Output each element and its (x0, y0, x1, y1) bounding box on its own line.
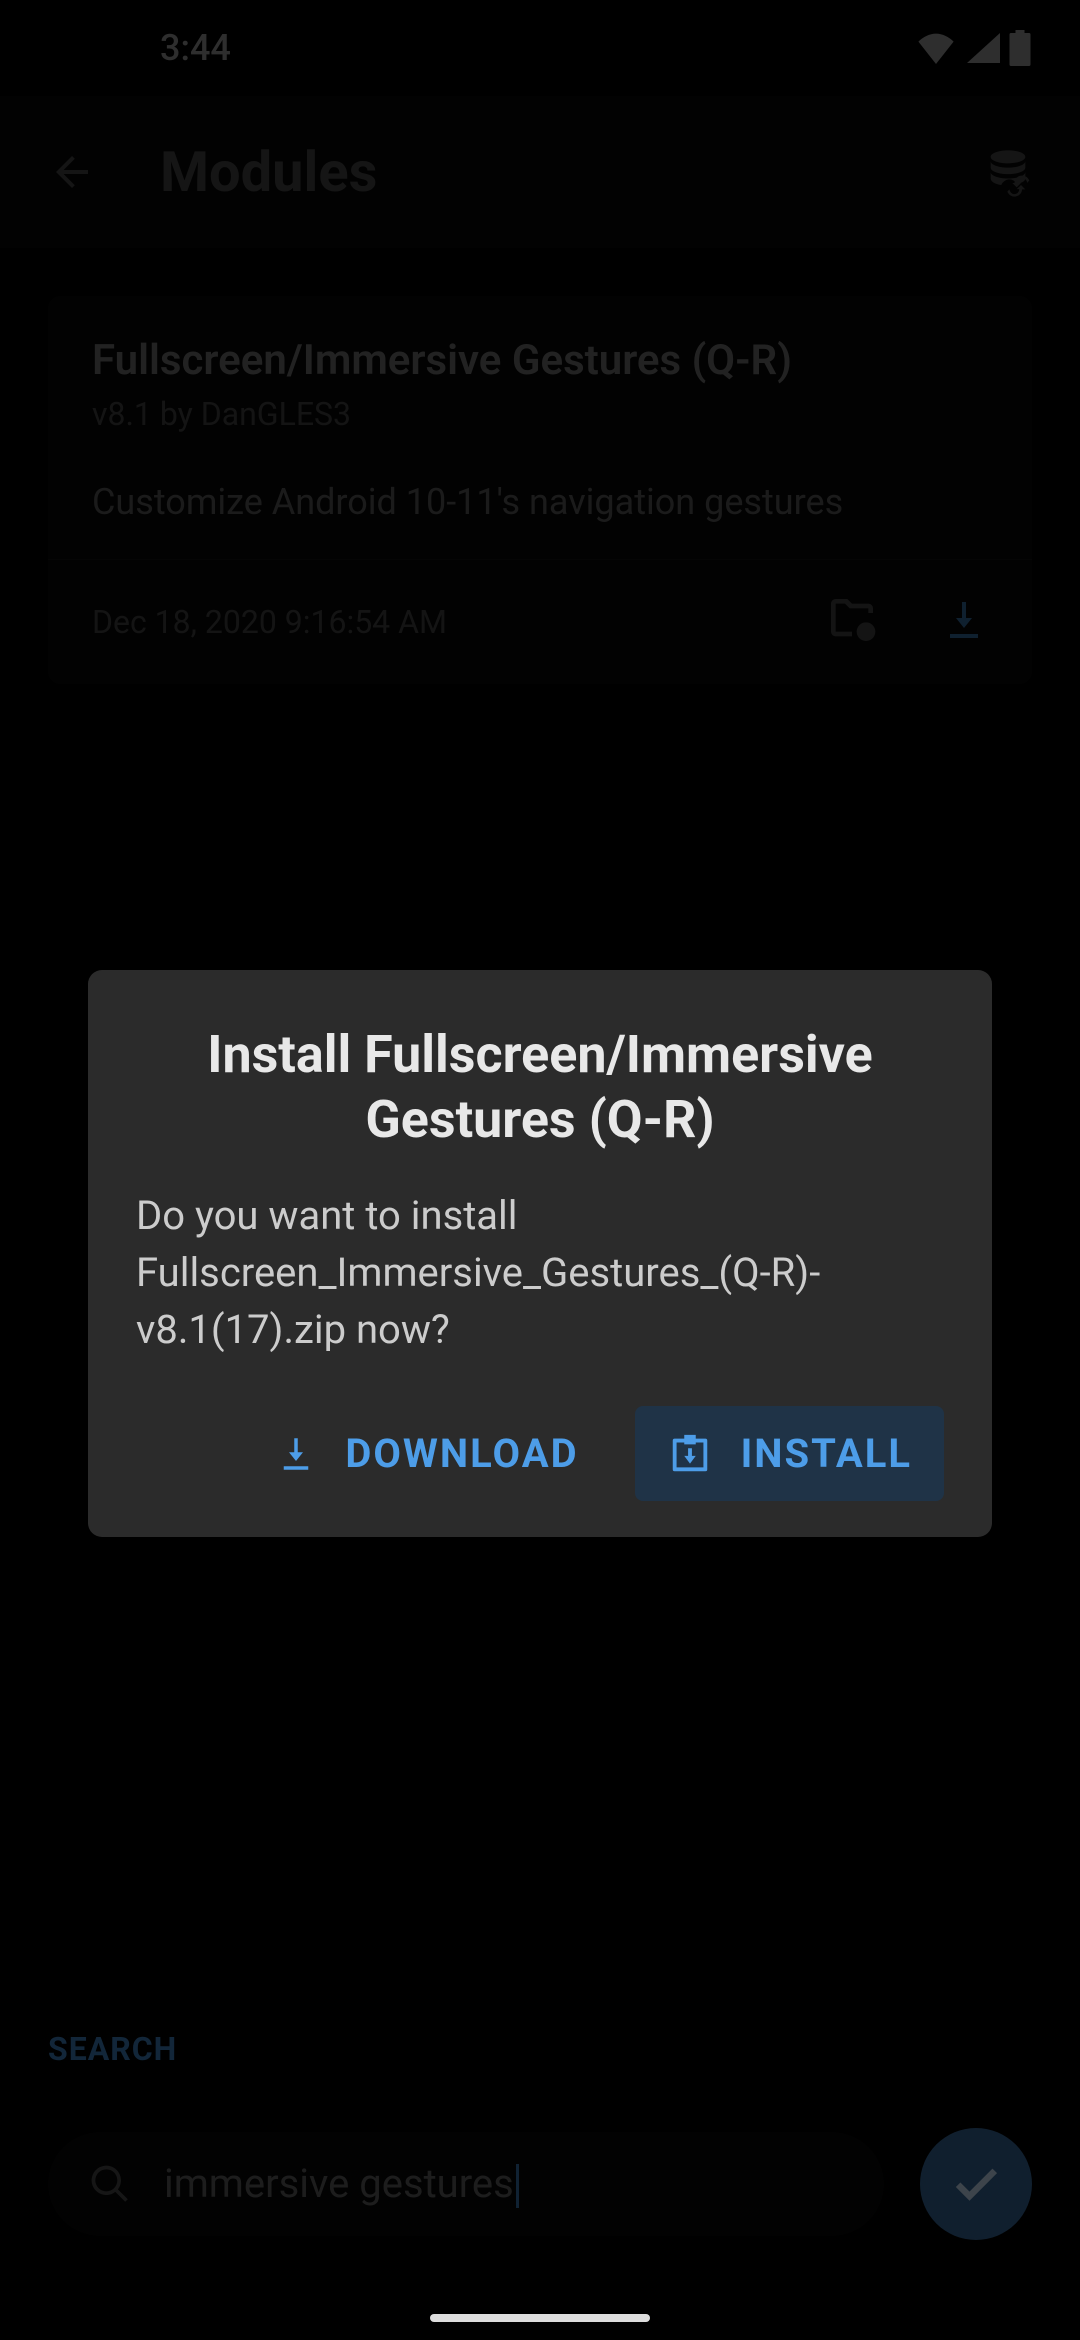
download-icon (940, 596, 988, 644)
search-section: SEARCH immersive gestures (0, 1994, 1080, 2340)
download-button-label: DOWNLOAD (345, 1430, 578, 1477)
page-title: Modules (160, 139, 920, 205)
search-row: immersive gestures (48, 2128, 1032, 2240)
arrow-left-icon (48, 148, 96, 196)
module-subtitle: v8.1 by DanGLES3 (92, 395, 988, 433)
status-icons (916, 30, 1032, 66)
dialog-actions: DOWNLOAD INSTALL (136, 1406, 944, 1501)
check-icon (950, 2158, 1002, 2210)
nav-handle[interactable] (430, 2314, 650, 2322)
text-caret (516, 2164, 519, 2208)
database-sync-icon (982, 146, 1034, 198)
repo-sync-button[interactable] (980, 144, 1036, 200)
folder-info-icon (824, 592, 880, 648)
status-bar: 3:44 (0, 0, 1080, 96)
search-label: SEARCH (48, 2030, 1032, 2068)
search-icon (88, 2162, 132, 2206)
back-button[interactable] (44, 144, 100, 200)
download-icon (275, 1433, 317, 1475)
module-date: Dec 18, 2020 9:16:54 AM (92, 603, 824, 641)
app-bar: Modules (0, 96, 1080, 248)
module-info-button[interactable] (824, 592, 880, 652)
module-title: Fullscreen/Immersive Gestures (Q-R) (92, 336, 988, 385)
search-input[interactable]: immersive gestures (48, 2132, 884, 2236)
battery-icon (1008, 30, 1032, 66)
dialog-body: Do you want to install Fullscreen_Immers… (136, 1188, 944, 1358)
dialog-title: Install Fullscreen/Immersive Gestures (Q… (136, 1022, 944, 1152)
search-value: immersive gestures (164, 2160, 519, 2208)
install-icon (667, 1431, 713, 1477)
signal-icon (964, 32, 1000, 64)
download-button[interactable]: DOWNLOAD (243, 1406, 610, 1501)
content-area: Fullscreen/Immersive Gestures (Q-R) v8.1… (0, 248, 1080, 732)
module-info: Fullscreen/Immersive Gestures (Q-R) v8.1… (48, 296, 1032, 559)
wifi-icon (916, 32, 956, 64)
module-card[interactable]: Fullscreen/Immersive Gestures (Q-R) v8.1… (48, 296, 1032, 684)
install-button-label: INSTALL (741, 1430, 912, 1477)
module-actions (824, 592, 988, 652)
module-footer: Dec 18, 2020 9:16:54 AM (48, 559, 1032, 684)
module-download-button[interactable] (940, 596, 988, 648)
install-button[interactable]: INSTALL (635, 1406, 944, 1501)
install-dialog: Install Fullscreen/Immersive Gestures (Q… (88, 970, 992, 1537)
search-confirm-button[interactable] (920, 2128, 1032, 2240)
module-description: Customize Android 10-11's navigation ges… (92, 481, 988, 523)
status-time: 3:44 (160, 27, 231, 69)
